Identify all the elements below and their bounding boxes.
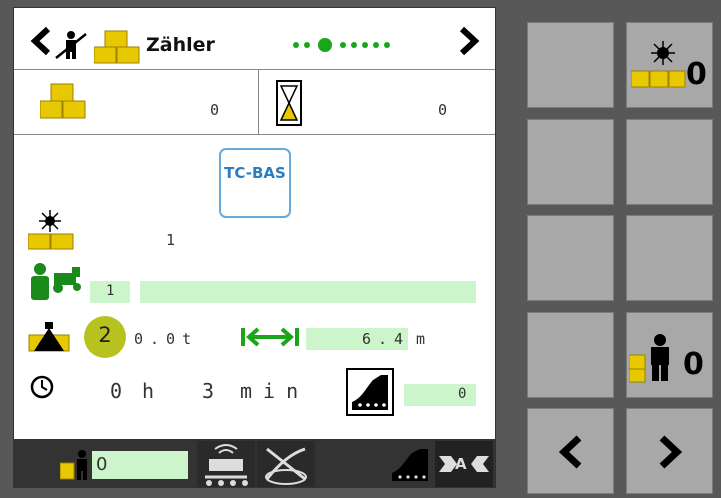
- clock-icon: [30, 375, 54, 399]
- operator-bales-field[interactable]: 0: [92, 451, 188, 479]
- next-arrow-icon[interactable]: [458, 26, 480, 56]
- previous-page-button[interactable]: [527, 408, 614, 494]
- bale-sun-icon: [28, 210, 74, 250]
- softkey-5[interactable]: [527, 215, 614, 301]
- chevron-right-icon: [659, 435, 683, 469]
- reset-bale-counter-label: 0: [686, 57, 707, 92]
- step-marker-label: 2: [98, 323, 112, 347]
- tc-bas-label: TC-BAS: [224, 164, 286, 182]
- time-minutes-unit: min: [240, 379, 310, 403]
- softkey-7[interactable]: [527, 312, 614, 398]
- softkey-4[interactable]: [626, 119, 713, 205]
- tc-bas-badge[interactable]: TC-BAS: [219, 148, 291, 218]
- chop-length-unit: m: [416, 330, 426, 348]
- time-hours-unit: h: [142, 379, 155, 403]
- reset-bale-counter-button[interactable]: 0: [626, 22, 713, 108]
- step-marker: 2: [84, 316, 126, 358]
- bale-count-value: 1: [166, 231, 176, 249]
- softkey-3[interactable]: [527, 119, 614, 205]
- weight-bale-icon: [28, 322, 70, 352]
- bottom-bar: 0 A: [14, 439, 495, 487]
- ramp-small-icon[interactable]: [390, 447, 430, 483]
- weight-value: 0.0t: [134, 330, 199, 348]
- title-bar: Zähler: [14, 8, 495, 70]
- ramp-value-field[interactable]: 0: [404, 384, 476, 406]
- auto-mode-label: A: [455, 455, 467, 473]
- chop-length-icon: [241, 327, 299, 347]
- time-hours-value: 0: [110, 379, 123, 403]
- chop-length-value: 6.4: [362, 330, 411, 348]
- auto-mode-button[interactable]: A: [435, 441, 493, 487]
- reset-operator-counter-button[interactable]: 0: [626, 312, 713, 398]
- driver-tractor-icon: [31, 263, 81, 300]
- net-wrap-icon[interactable]: [197, 441, 255, 487]
- hourglass-icon: [276, 80, 302, 126]
- divider: [258, 70, 259, 134]
- chevron-left-icon: [558, 435, 582, 469]
- next-page-button[interactable]: [626, 408, 713, 494]
- bales-total-value: 0: [210, 101, 220, 119]
- time-minutes-value: 3: [202, 379, 215, 403]
- driver-id-field[interactable]: 1: [90, 281, 130, 303]
- knotter-icon[interactable]: [257, 441, 315, 487]
- operator-bales-value: 0: [96, 454, 108, 475]
- main-screen: Zähler 0 0 TC-BAS 1 1 2 0.0t 6.4 m 0 h 3…: [13, 7, 496, 488]
- driver-id-value: 1: [106, 283, 115, 299]
- operator-bales-icon: [60, 450, 87, 480]
- ramp-value: 0: [458, 386, 467, 402]
- softkey-1[interactable]: [527, 22, 614, 108]
- page-indicator: [293, 38, 390, 52]
- bales-time-value: 0: [438, 101, 448, 119]
- driver-name-field[interactable]: [140, 281, 476, 303]
- page-title: Zähler: [146, 34, 215, 56]
- softkey-6[interactable]: [626, 215, 713, 301]
- operator-bales-icon: [629, 334, 669, 383]
- bale-sun-icon: [631, 41, 686, 88]
- reset-operator-counter-label: 0: [683, 347, 704, 382]
- operator-counter-icon: [55, 31, 87, 59]
- bales-total-icon: [40, 83, 86, 119]
- ramp-icon[interactable]: [346, 368, 394, 416]
- bales-stack-icon: [94, 30, 140, 64]
- chop-length-field[interactable]: 6.4: [306, 328, 408, 350]
- back-arrow-icon[interactable]: [30, 26, 52, 56]
- divider: [14, 134, 495, 135]
